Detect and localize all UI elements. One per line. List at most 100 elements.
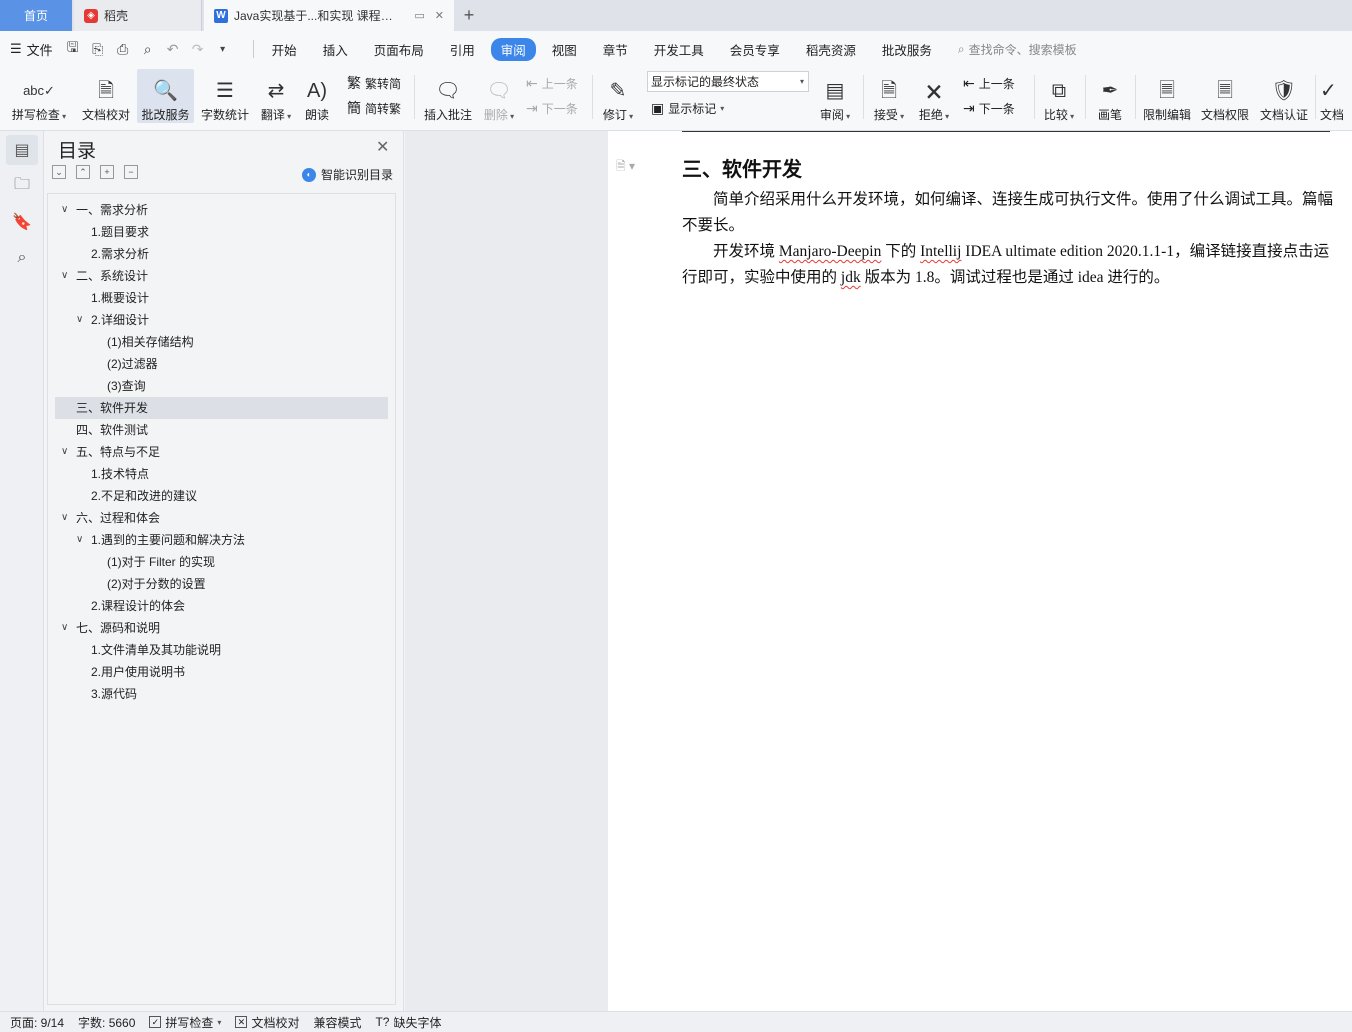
toc-item[interactable]: 2.不足和改进的建议 <box>48 485 395 507</box>
prev-change-button[interactable]: ⇤ 上一条 <box>963 72 1015 94</box>
menu-item-member[interactable]: 会员专享 <box>720 38 790 61</box>
tab-daoke[interactable]: ◈ 稻壳 <box>74 0 202 31</box>
bookmark-icon[interactable]: 🔖 <box>6 207 38 237</box>
menu-item-reference[interactable]: 引用 <box>440 38 485 61</box>
print-icon[interactable]: ⎙ <box>115 41 131 58</box>
doc-certify-button[interactable]: 🛡 文档认证 <box>1258 69 1310 123</box>
compare-button[interactable]: ⧉ 比较 ▾ <box>1039 69 1079 123</box>
expand-chevron-icon[interactable]: ∨ <box>76 529 83 551</box>
toc-item[interactable]: ∨ 2.详细设计 <box>48 309 395 331</box>
spell-check-status[interactable]: ✓ 拼写检查 ▾ <box>149 1014 221 1031</box>
new-tab-button[interactable]: + <box>454 0 484 31</box>
file-menu[interactable]: ☰ 文件 <box>10 40 53 59</box>
trad-to-simp-button[interactable]: 繁 繁转简 <box>347 72 401 94</box>
expand-chevron-icon[interactable]: ∨ <box>61 265 68 287</box>
toc-item[interactable]: (1)对于 Filter 的实现 <box>48 551 395 573</box>
review-pane-button[interactable]: ▤ 审阅 ▾ <box>815 69 855 123</box>
doc-check-button[interactable]: 🗎 文档校对 <box>78 69 134 123</box>
toc-item[interactable]: 1.技术特点 <box>48 463 395 485</box>
paragraph-intro[interactable]: 简单介绍采用什么开发环境，如何编译、连接生成可执行文件。使用了什么调试工具。篇幅… <box>682 187 1334 239</box>
next-comment-button[interactable]: ⇥ 下一条 <box>526 97 578 119</box>
expand-chevron-icon[interactable]: ∨ <box>61 507 68 529</box>
toc-item[interactable]: (2)对于分数的设置 <box>48 573 395 595</box>
accept-button[interactable]: 🗎 接受 ▾ <box>869 69 909 123</box>
close-tab-icon[interactable]: ✕ <box>435 9 444 22</box>
toc-item[interactable]: 四、软件测试 <box>48 419 395 441</box>
read-aloud-button[interactable]: A) 朗读 <box>299 69 335 123</box>
expand-chevron-icon[interactable]: ∨ <box>76 309 83 331</box>
compat-mode-indicator[interactable]: 兼容模式 <box>313 1014 361 1031</box>
reject-button[interactable]: 🗙 拒绝 ▾ <box>914 69 954 123</box>
page-indicator[interactable]: 页面: 9/14 <box>10 1014 64 1031</box>
restrict-edit-button[interactable]: 🗏 限制编辑 <box>1141 69 1193 123</box>
show-markup-button[interactable]: ▣ 显示标记 ▾ <box>651 97 724 119</box>
undo-icon[interactable]: ↶ <box>165 41 181 58</box>
prev-comment-button[interactable]: ⇤ 上一条 <box>526 72 578 94</box>
menu-item-developer[interactable]: 开发工具 <box>644 38 714 61</box>
doc-check-status[interactable]: ✕ 文档校对 <box>235 1014 299 1031</box>
missing-font-indicator[interactable]: T? 缺失字体 <box>375 1014 441 1031</box>
expand-chevron-icon[interactable]: ∨ <box>61 199 68 221</box>
doc-more-button[interactable]: ✓ 文档 <box>1320 69 1352 123</box>
spell-check-button[interactable]: abc✓ 拼写检查 ▾ <box>8 69 70 123</box>
document-page[interactable]: 🗎 ▾ 三、软件开发 简单介绍采用什么开发环境，如何编译、连接生成可执行文件。使… <box>608 131 1352 1011</box>
toc-item[interactable]: ∨ 1.遇到的主要问题和解决方法 <box>48 529 395 551</box>
next-change-button[interactable]: ⇥ 下一条 <box>963 97 1015 119</box>
toc-item[interactable]: 1.题目要求 <box>48 221 395 243</box>
toc-item[interactable]: (1)相关存储结构 <box>48 331 395 353</box>
toc-item[interactable]: ∨ 五、特点与不足 <box>48 441 395 463</box>
monitor-icon[interactable]: ▭ <box>414 9 424 22</box>
toc-item[interactable]: 1.文件清单及其功能说明 <box>48 639 395 661</box>
menu-item-chapter[interactable]: 章节 <box>593 38 638 61</box>
delete-comment-button[interactable]: 🗨 删除 ▾ <box>479 69 519 123</box>
collapse-all-icon[interactable]: ⌄ <box>52 165 66 179</box>
toc-item[interactable]: 2.需求分析 <box>48 243 395 265</box>
toc-item[interactable]: ∨ 二、系统设计 <box>48 265 395 287</box>
toc-item[interactable]: ∨ 一、需求分析 <box>48 199 395 221</box>
toc-item[interactable]: 3.源代码 <box>48 683 395 705</box>
expand-chevron-icon[interactable]: ∨ <box>61 617 68 639</box>
word-count-button[interactable]: ☰ 字数统计 <box>197 69 253 123</box>
toc-item[interactable]: (2)过滤器 <box>48 353 395 375</box>
toc-item[interactable]: ∨ 六、过程和体会 <box>48 507 395 529</box>
markup-state-select[interactable]: 显示标记的最终状态 ▾ <box>647 71 809 92</box>
print-preview-icon[interactable]: ⌕ <box>140 41 156 58</box>
find-icon[interactable]: ⌕ <box>6 243 38 273</box>
toc-item[interactable]: 三、软件开发 <box>55 397 388 419</box>
menu-item-view[interactable]: 视图 <box>542 38 587 61</box>
insert-comment-button[interactable]: 🗨 插入批注 <box>421 69 475 123</box>
menu-item-home[interactable]: 开始 <box>262 38 307 61</box>
toc-item[interactable]: 1.概要设计 <box>48 287 395 309</box>
smart-toc-button[interactable]: ◐ 智能识别目录 <box>302 166 393 183</box>
toc-item[interactable]: 2.课程设计的体会 <box>48 595 395 617</box>
toc-panel-icon[interactable]: ▤ <box>6 135 38 165</box>
section-heading[interactable]: 三、软件开发 <box>682 153 802 182</box>
customize-chevron-icon[interactable]: ▾ <box>215 44 231 55</box>
simp-to-trad-button[interactable]: 簡 简转繁 <box>347 97 401 119</box>
word-count-indicator[interactable]: 字数: 5660 <box>78 1014 135 1031</box>
revise-button[interactable]: ✎ 修订 ▾ <box>598 69 638 123</box>
toc-item[interactable]: 2.用户使用说明书 <box>48 661 395 683</box>
expand-up-icon[interactable]: ⌃ <box>76 165 90 179</box>
expand-chevron-icon[interactable]: ∨ <box>61 441 68 463</box>
export-pdf-icon[interactable]: ⎘ <box>90 41 106 58</box>
menu-item-insert[interactable]: 插入 <box>313 38 358 61</box>
add-heading-icon[interactable]: + <box>100 165 114 179</box>
tab-document[interactable]: W Java实现基于...和实现 课程论文 ▭ ✕ <box>204 0 454 31</box>
menu-item-resources[interactable]: 稻壳资源 <box>796 38 866 61</box>
pen-button[interactable]: ✒ 画笔 <box>1092 69 1128 123</box>
toc-item[interactable]: (3)查询 <box>48 375 395 397</box>
remove-heading-icon[interactable]: − <box>124 165 138 179</box>
doc-permission-button[interactable]: 🗏 文档权限 <box>1199 69 1251 123</box>
tab-home[interactable]: 首页 <box>0 0 72 31</box>
correct-service-button[interactable]: 🔍 批改服务 <box>137 69 194 123</box>
close-icon[interactable]: ✕ <box>376 137 389 157</box>
menu-item-layout[interactable]: 页面布局 <box>364 38 434 61</box>
command-search[interactable]: ⌕ 查找命令、搜索模板 <box>958 41 1077 58</box>
chapter-nav-icon[interactable]: 🗀 <box>6 171 38 201</box>
redo-icon[interactable]: ↷ <box>190 41 206 58</box>
menu-item-correct-service[interactable]: 批改服务 <box>872 38 942 61</box>
save-icon[interactable]: 🖫 <box>65 37 81 61</box>
paragraph-marker-icon[interactable]: 🗎 ▾ <box>616 157 635 178</box>
toc-item[interactable]: ∨ 七、源码和说明 <box>48 617 395 639</box>
